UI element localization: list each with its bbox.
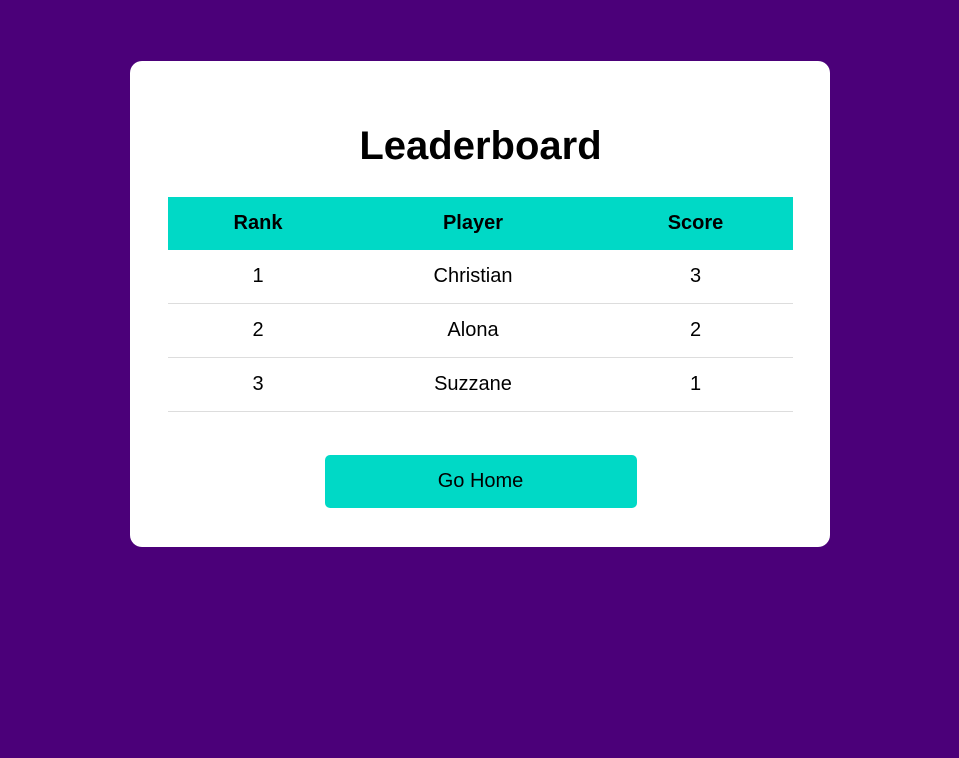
table-header-row: Rank Player Score bbox=[168, 197, 793, 250]
rank-cell: 3 bbox=[168, 357, 348, 412]
player-column-header: Player bbox=[348, 197, 598, 250]
rank-column-header: Rank bbox=[168, 197, 348, 250]
table-row: 3 Suzzane 1 bbox=[168, 357, 793, 412]
actions-container: Go Home bbox=[168, 455, 793, 508]
page-title: Leaderboard bbox=[359, 124, 602, 168]
leaderboard-card: Leaderboard Rank Player Score 1 Christia… bbox=[130, 61, 830, 547]
go-home-button[interactable]: Go Home bbox=[324, 455, 637, 508]
player-cell: Alona bbox=[348, 303, 598, 358]
score-column-header: Score bbox=[598, 197, 793, 250]
table-row: 2 Alona 2 bbox=[168, 303, 793, 358]
player-cell: Suzzane bbox=[348, 357, 598, 412]
player-cell: Christian bbox=[348, 250, 598, 304]
leaderboard-table: Rank Player Score 1 Christian 3 2 Alona … bbox=[168, 197, 793, 412]
rank-cell: 2 bbox=[168, 303, 348, 358]
table-row: 1 Christian 3 bbox=[168, 250, 793, 304]
score-cell: 2 bbox=[598, 303, 793, 358]
rank-cell: 1 bbox=[168, 250, 348, 304]
score-cell: 1 bbox=[598, 357, 793, 412]
score-cell: 3 bbox=[598, 250, 793, 304]
